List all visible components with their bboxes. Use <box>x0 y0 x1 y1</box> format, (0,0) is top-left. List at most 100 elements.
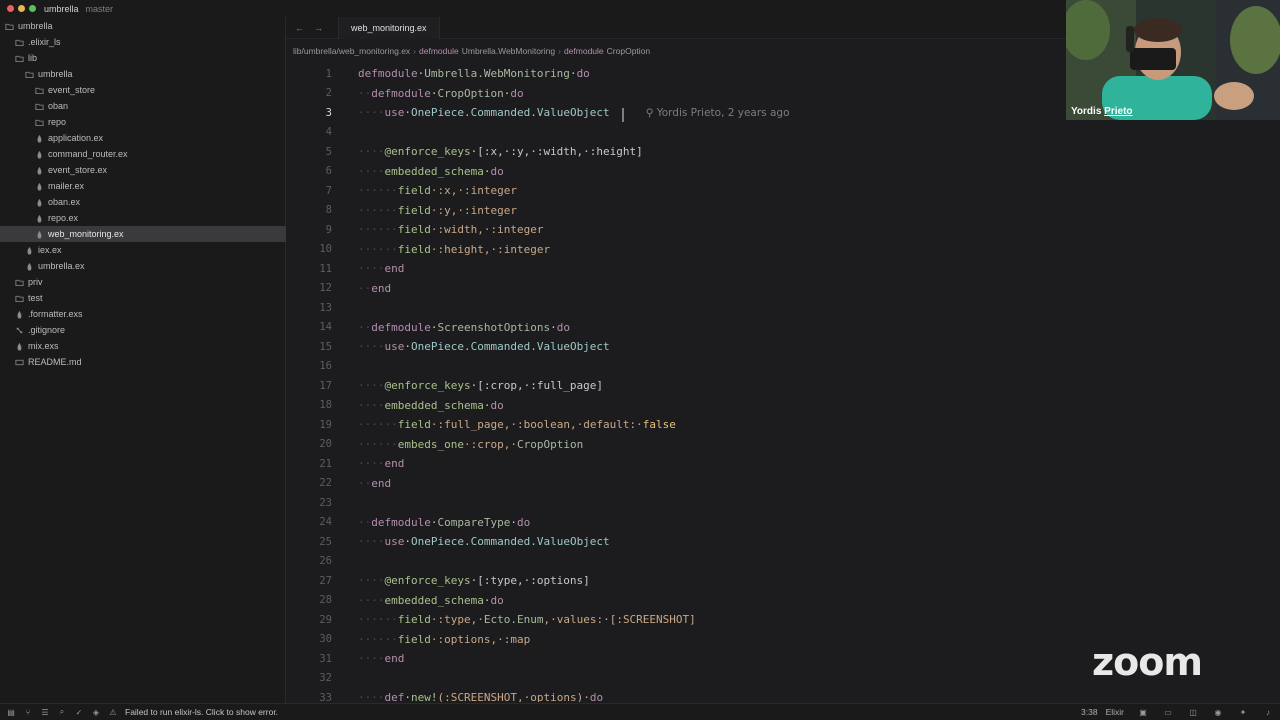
code-line[interactable]: 28 ····embedded_schema·do <box>286 591 1280 611</box>
folder-icon <box>14 277 24 287</box>
sidebar-item-repo-ex[interactable]: repo.ex <box>0 210 286 226</box>
cursor-position[interactable]: 3:38 <box>1081 707 1098 717</box>
code-line[interactable]: 17 ····@enforce_keys·[:crop,·:full_page] <box>286 376 1280 396</box>
breadcrumb-module-cropoption[interactable]: CropOption <box>607 46 650 56</box>
code-line[interactable]: 14 ··defmodule·ScreenshotOptions·do <box>286 318 1280 338</box>
git-blame-annotation[interactable]: ⚲ Yordis Prieto, 2 years ago <box>646 107 790 119</box>
back-arrow-icon[interactable]: ← <box>295 23 305 33</box>
code-line[interactable]: 22 ··end <box>286 474 1280 494</box>
code-line[interactable]: 20 ······embeds_one·:crop,·CropOption <box>286 435 1280 455</box>
status-message[interactable]: Failed to run elixir-ls. Click to show e… <box>125 707 278 717</box>
sidebar-item-mailer-ex[interactable]: mailer.ex <box>0 178 286 194</box>
code-line[interactable]: 21 ····end <box>286 454 1280 474</box>
code-token: @enforce_keys <box>384 574 471 588</box>
minimize-window-button[interactable] <box>18 5 25 12</box>
sidebar-item-label: oban.ex <box>48 197 81 207</box>
sidebar-item-command-router-ex[interactable]: command_router.ex <box>0 146 286 162</box>
code-token: use <box>384 340 405 354</box>
code-line[interactable]: 8 ······field·:y,·:integer <box>286 201 1280 221</box>
sidebar-item-umbrella-ex[interactable]: umbrella.ex <box>0 258 286 274</box>
sidebar-item-formatter-exs[interactable]: .formatter.exs <box>0 306 286 322</box>
sidebar-item-priv[interactable]: priv <box>0 274 286 290</box>
code-token: · <box>569 67 577 81</box>
code-text: ······field·:full_page,·:boolean,·defaul… <box>358 418 676 431</box>
format-icon[interactable]: ▣ <box>1137 706 1149 718</box>
sidebar-item-repo[interactable]: repo <box>0 114 286 130</box>
line-number: 23 <box>319 496 332 509</box>
code-line[interactable]: 5 ····@enforce_keys·[:x,·:y,·:width,·:hei… <box>286 142 1280 162</box>
assistant-icon[interactable]: ✦ <box>1237 706 1249 718</box>
breadcrumb-keyword: defmodule <box>419 46 459 56</box>
sidebar-item-iex-ex[interactable]: iex.ex <box>0 242 286 258</box>
code-line[interactable]: 19 ······field·:full_page,·:boolean,·defa… <box>286 415 1280 435</box>
copilot-icon[interactable]: ◉ <box>1212 706 1224 718</box>
zoom-logo: zoom <box>1092 640 1203 684</box>
notification-icon[interactable]: ♪ <box>1262 706 1274 718</box>
terminal-icon[interactable]: ▭ <box>1162 706 1174 718</box>
sidebar-item-mix-exs[interactable]: mix.exs <box>0 338 286 354</box>
sidebar-item-event-store-ex[interactable]: event_store.ex <box>0 162 286 178</box>
code-line[interactable]: 13 <box>286 298 1280 318</box>
code-line[interactable]: 33 ····def·new!(:SCREENSHOT,·options)·do <box>286 688 1280 702</box>
search-icon[interactable]: ⌕ <box>56 706 68 718</box>
code-editor[interactable]: 1 defmodule·Umbrella.WebMonitoring·do 2 ··d… <box>286 62 1280 702</box>
sidebar-item-oban[interactable]: oban <box>0 98 286 114</box>
breadcrumb-path[interactable]: lib/umbrella/web_monitoring.ex <box>293 46 410 56</box>
sidebar-item-oban-ex[interactable]: oban.ex <box>0 194 286 210</box>
code-line[interactable]: 10 ······field·:height,·:integer <box>286 240 1280 260</box>
code-token: ·:crop,· <box>463 437 517 451</box>
sidebar-item-label: priv <box>28 277 43 287</box>
tab-web-monitoring[interactable]: web_monitoring.ex <box>338 16 440 39</box>
code-line[interactable]: 12 ··end <box>286 279 1280 299</box>
code-token: field <box>397 632 431 646</box>
forward-arrow-icon[interactable]: → <box>314 23 324 33</box>
breadcrumb-module-umbrella[interactable]: Umbrella.WebMonitoring <box>462 46 555 56</box>
code-token: ···· <box>358 262 385 276</box>
git-branch-icon[interactable]: ⑂ <box>22 706 34 718</box>
sidebar-item-test[interactable]: test <box>0 290 286 306</box>
code-line[interactable]: 18 ····embedded_schema·do <box>286 396 1280 416</box>
code-line[interactable]: 23 <box>286 493 1280 513</box>
warning-icon[interactable]: ⚠ <box>107 706 119 718</box>
code-line[interactable]: 9 ······field·:width,·:integer <box>286 220 1280 240</box>
sidebar-item-event-store[interactable]: event_store <box>0 82 286 98</box>
sidebar-item-umbrella[interactable]: umbrella <box>0 66 286 82</box>
code-token: do <box>510 86 524 100</box>
code-token: do <box>490 398 504 412</box>
code-token: · <box>404 691 411 702</box>
outline-icon[interactable]: ☰ <box>39 706 51 718</box>
project-name[interactable]: umbrella <box>44 4 79 14</box>
close-window-button[interactable] <box>7 5 14 12</box>
code-line[interactable]: 6 ····embedded_schema·do <box>286 162 1280 182</box>
sidebar-item-elixir-ls[interactable]: .elixir_ls <box>0 34 286 50</box>
line-number: 2 <box>325 87 332 100</box>
code-line[interactable]: 11 ····end <box>286 259 1280 279</box>
code-line[interactable]: 15 ····use·OnePiece.Commanded.ValueObject <box>286 337 1280 357</box>
branch-name[interactable]: master <box>86 4 114 14</box>
code-line[interactable]: 27 ····@enforce_keys·[:type,·:options] <box>286 571 1280 591</box>
sidebar-item-web-monitoring-ex[interactable]: web_monitoring.ex <box>0 226 286 242</box>
language-mode[interactable]: Elixir <box>1106 707 1124 717</box>
sidebar-item-gitignore[interactable]: .gitignore <box>0 322 286 338</box>
line-number: 20 <box>319 438 332 451</box>
split-icon[interactable]: ◫ <box>1187 706 1199 718</box>
code-line[interactable]: 7 ······field·:x,·:integer <box>286 181 1280 201</box>
sidebar-item-umbrella[interactable]: umbrella <box>0 18 286 34</box>
code-line[interactable]: 26 <box>286 552 1280 572</box>
maximize-window-button[interactable] <box>29 5 36 12</box>
debug-icon[interactable]: ◈ <box>90 706 102 718</box>
code-line[interactable]: 4 <box>286 123 1280 143</box>
panel-toggle-icon[interactable]: ▤ <box>5 706 17 718</box>
check-icon[interactable]: ✓ <box>73 706 85 718</box>
status-right-group: 3:38 Elixir ▣ ▭ ◫ ◉ ✦ ♪ <box>1081 704 1274 720</box>
code-line[interactable]: 29 ······field·:type,·Ecto.Enum,·values:·… <box>286 610 1280 630</box>
text-cursor <box>622 108 624 122</box>
elixir-file-icon <box>34 165 44 175</box>
breadcrumb: lib/umbrella/web_monitoring.ex › defmodu… <box>293 44 650 58</box>
sidebar-item-readme-md[interactable]: README.md <box>0 354 286 370</box>
code-line[interactable]: 24 ··defmodule·CompareType·do <box>286 513 1280 533</box>
sidebar-item-application-ex[interactable]: application.ex <box>0 130 286 146</box>
sidebar-item-lib[interactable]: lib <box>0 50 286 66</box>
code-line[interactable]: 25 ····use·OnePiece.Commanded.ValueObject <box>286 532 1280 552</box>
code-line[interactable]: 16 <box>286 357 1280 377</box>
